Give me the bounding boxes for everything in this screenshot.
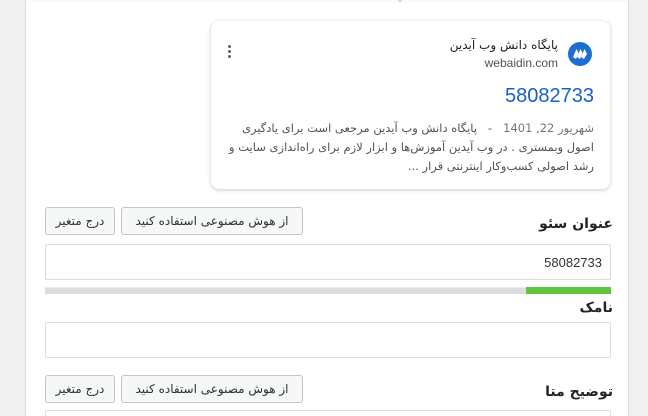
preview-description: شهریور 22, 1401 - پایگاه دانش وب آیدین م… (229, 119, 594, 176)
meta-description-ai-button[interactable]: از هوش مصنوعی استفاده کنید (121, 375, 303, 403)
top-separator (26, 0, 628, 3)
seo-title-ai-button[interactable]: از هوش مصنوعی استفاده کنید (121, 207, 303, 235)
preview-site-name: پایگاه دانش وب آیدین (449, 38, 558, 52)
preview-site-url: webaidin.com (484, 56, 558, 70)
seo-title-progress-fill (526, 287, 611, 294)
page-scrollbar[interactable] (638, 0, 648, 416)
meta-description-textarea[interactable] (45, 410, 611, 416)
seo-title-length-progress (45, 287, 611, 294)
seo-title-insert-variable-button[interactable]: درج متغیر (45, 207, 115, 235)
preview-separator: - (488, 121, 493, 135)
kebab-menu-icon[interactable] (225, 45, 233, 63)
seo-panel: پایگاه دانش وب آیدین webaidin.com 580827… (25, 0, 629, 416)
separator-dot (398, 0, 402, 2)
seo-title-input[interactable] (45, 244, 611, 280)
search-preview-card: پایگاه دانش وب آیدین webaidin.com 580827… (211, 21, 610, 189)
seo-title-label: عنوان سئو (539, 216, 613, 232)
slug-input[interactable] (45, 322, 611, 358)
slug-label: نامک (579, 300, 613, 316)
preview-title[interactable]: 58082733 (505, 85, 594, 108)
meta-description-label: توضیح متا (545, 384, 613, 400)
meta-description-insert-variable-button[interactable]: درج متغیر (45, 375, 115, 403)
preview-date: شهریور 22, 1401 (503, 121, 594, 135)
webaidin-logo-icon (568, 42, 592, 66)
